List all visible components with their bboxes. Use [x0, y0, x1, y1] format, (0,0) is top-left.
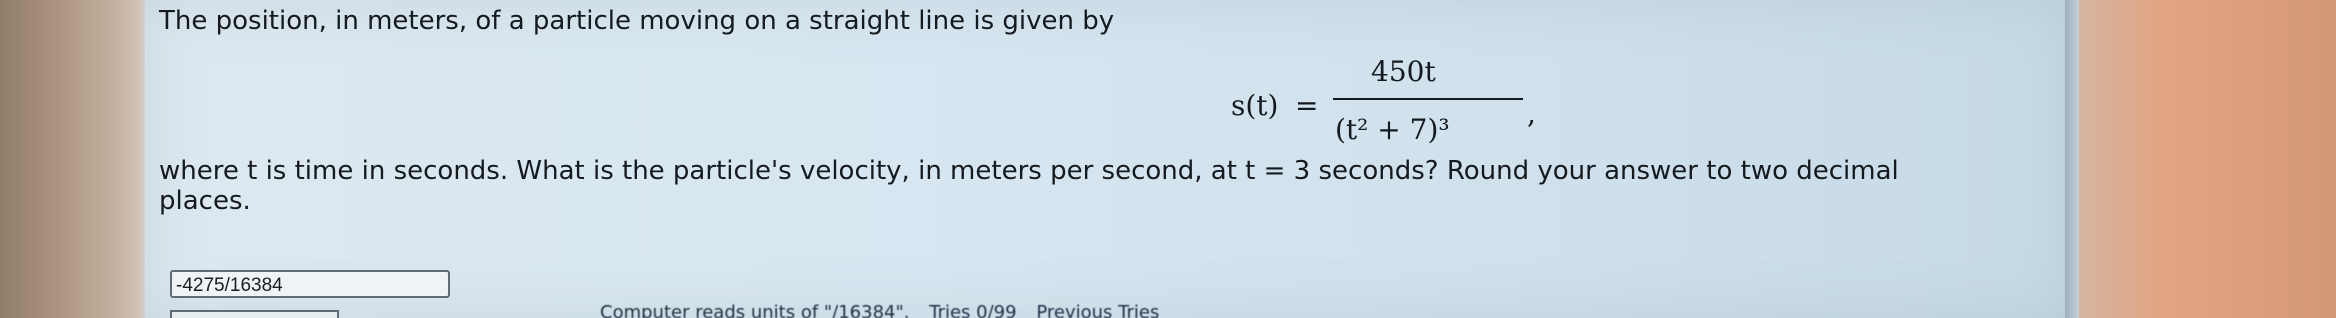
position-formula: s(t) = 450t (t² + 7)³ ,: [1231, 55, 1536, 156]
photo-frame: The position, in meters, of a particle m…: [0, 0, 2336, 318]
answer-input[interactable]: -4275/16384: [170, 270, 450, 298]
monitor-bezel: [2065, 0, 2079, 318]
question-line-3: places.: [159, 186, 251, 216]
formula-denominator: (t² + 7)³: [1335, 113, 1450, 146]
formula-lhs: s(t): [1231, 89, 1279, 122]
formula-numerator: 450t: [1371, 55, 1436, 88]
question-line-2: where t is time in seconds. What is the …: [159, 156, 1899, 186]
feedback-line: Computer reads units of "/16384". Tries …: [600, 302, 1159, 318]
formula-equals: =: [1295, 89, 1319, 122]
submit-button[interactable]: [170, 310, 339, 318]
previous-tries-link[interactable]: Previous Tries: [1036, 302, 1159, 318]
tries-counter: Tries 0/99: [929, 302, 1017, 318]
formula-comma: ,: [1527, 97, 1536, 130]
fraction-bar: [1333, 98, 1523, 100]
question-line-1: The position, in meters, of a particle m…: [159, 6, 1115, 36]
feedback-message: Computer reads units of "/16384".: [600, 302, 910, 318]
